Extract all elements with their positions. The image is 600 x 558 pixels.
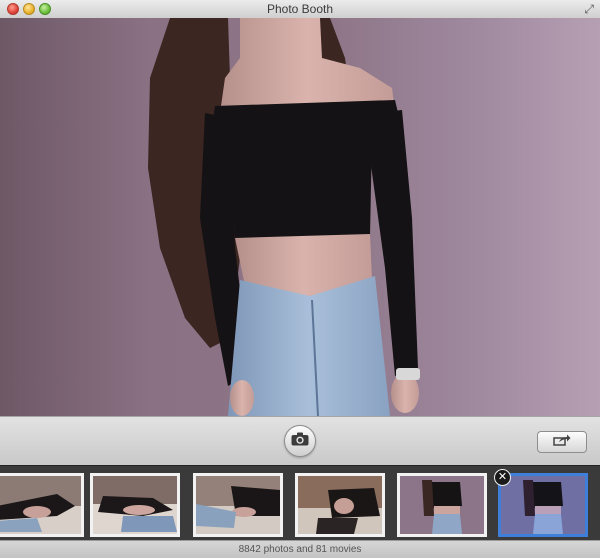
photo-thumbnail[interactable] [295,473,385,537]
live-preview-image [148,18,420,416]
photo-thumbnail-selected[interactable] [498,473,588,537]
delete-photo-button[interactable]: ✕ [494,469,511,486]
library-status: 8842 photos and 81 movies [0,540,600,558]
take-photo-button[interactable] [284,425,316,457]
share-arrow-icon [553,433,571,451]
camera-preview [0,18,600,416]
title-bar: Photo Booth ⤢ [0,0,600,19]
photo-thumbnail[interactable] [90,473,180,537]
camera-icon [291,432,309,451]
photo-booth-window: Photo Booth ⤢ ✕ 8842 photos and 81 movie… [0,0,600,558]
toolbar [0,416,600,466]
photo-thumbnail[interactable] [0,473,84,537]
photo-thumbnail[interactable] [193,473,283,537]
share-button[interactable] [537,431,587,453]
window-title: Photo Booth [266,2,334,16]
photo-thumbnail[interactable] [397,473,487,537]
x-icon: ✕ [497,471,508,483]
fullscreen-icon[interactable]: ⤢ [584,2,594,17]
